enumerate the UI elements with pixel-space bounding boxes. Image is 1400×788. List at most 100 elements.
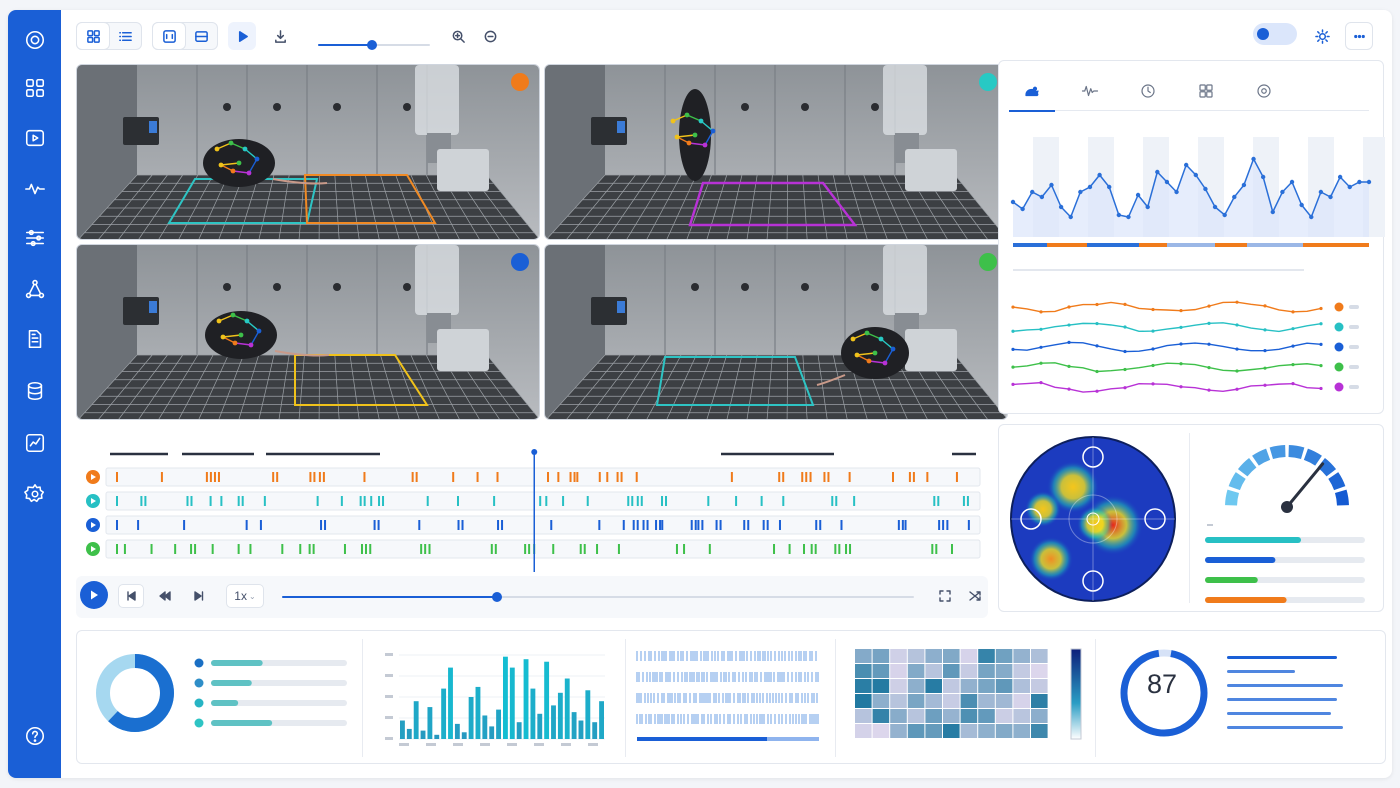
heatmap-cell[interactable] (1013, 724, 1030, 738)
tab-target[interactable] (1241, 71, 1287, 111)
heatmap-cell[interactable] (943, 649, 960, 663)
heatmap-cell[interactable] (995, 709, 1013, 723)
download-button[interactable] (266, 22, 294, 50)
heatmap-cell[interactable] (1013, 649, 1030, 663)
heatmap-cell[interactable] (890, 724, 907, 738)
heatmap-cell[interactable] (960, 664, 978, 678)
heatmap-cell[interactable] (995, 679, 1013, 693)
heatmap-cell[interactable] (995, 724, 1013, 738)
grid-icon[interactable] (21, 74, 49, 102)
fullscreen-button[interactable] (932, 584, 958, 608)
rewind-button[interactable] (152, 584, 178, 608)
heatmap-cell[interactable] (872, 649, 890, 663)
heatmap-cell[interactable] (960, 709, 978, 723)
heatmap-cell[interactable] (855, 724, 872, 738)
heatmap-cell[interactable] (1013, 709, 1030, 723)
heatmap-cell[interactable] (890, 679, 907, 693)
zoom-slider-knob[interactable] (366, 40, 377, 50)
heatmap-cell[interactable] (978, 694, 995, 708)
heatmap-cell[interactable] (995, 649, 1013, 663)
heatmap-cell[interactable] (978, 709, 995, 723)
heatmap-cell[interactable] (1031, 694, 1048, 708)
series-legend-swatch[interactable] (1334, 382, 1344, 392)
mode-toggle[interactable] (1253, 23, 1297, 45)
trend-chart-icon[interactable] (21, 429, 49, 457)
database-icon[interactable] (21, 377, 49, 405)
heatmap-cell[interactable] (1031, 679, 1048, 693)
skip-forward-button[interactable] (186, 584, 212, 608)
heatmap-cell[interactable] (960, 724, 978, 738)
series-legend-swatch[interactable] (1334, 322, 1344, 332)
shuffle-button[interactable] (962, 584, 988, 608)
heatmap-cell[interactable] (890, 664, 907, 678)
heatmap-cell[interactable] (1013, 694, 1030, 708)
heatmap-cell[interactable] (1031, 649, 1048, 663)
video-feed-2[interactable] (544, 64, 1008, 240)
heatmap-cell[interactable] (925, 724, 942, 738)
heatmap-cell[interactable] (925, 664, 942, 678)
heatmap-cell[interactable] (925, 694, 942, 708)
video-feed-1[interactable] (76, 64, 540, 240)
heatmap-cell[interactable] (960, 679, 978, 693)
heatmap-cell[interactable] (907, 709, 925, 723)
playback-play-button[interactable] (80, 581, 108, 609)
heatmap-cell[interactable] (943, 724, 960, 738)
heatmap-cell[interactable] (890, 709, 907, 723)
series-legend-swatch[interactable] (1334, 342, 1344, 352)
ethogram-track[interactable] (105, 491, 981, 511)
heatmap-cell[interactable] (907, 649, 925, 663)
heatmap-cell[interactable] (855, 649, 872, 663)
pulse-icon[interactable] (21, 175, 49, 203)
heatmap-cell[interactable] (978, 679, 995, 693)
heatmap-cell[interactable] (925, 649, 942, 663)
playback-progress-knob[interactable] (491, 592, 502, 602)
heatmap-cell[interactable] (890, 649, 907, 663)
heatmap-cell[interactable] (943, 709, 960, 723)
list-view-button[interactable] (109, 23, 141, 49)
zoom-in-button[interactable] (444, 22, 472, 50)
heatmap-cell[interactable] (907, 664, 925, 678)
heatmap-cell[interactable] (995, 664, 1013, 678)
heatmap-cell[interactable] (855, 679, 872, 693)
settings-icon[interactable] (21, 480, 49, 508)
frame-layout-button[interactable] (153, 23, 185, 49)
sliders-icon[interactable] (21, 224, 49, 252)
split-layout-button[interactable] (185, 23, 217, 49)
heatmap-cell[interactable] (978, 724, 995, 738)
heatmap-cell[interactable] (1031, 709, 1048, 723)
heatmap-cell[interactable] (872, 709, 890, 723)
tab-rodent[interactable] (1009, 71, 1055, 112)
heatmap-cell[interactable] (943, 694, 960, 708)
video-icon[interactable] (21, 124, 49, 152)
tab-waveform[interactable] (1067, 71, 1113, 111)
heatmap-cell[interactable] (907, 694, 925, 708)
tab-history[interactable] (1125, 71, 1171, 111)
heatmap-cell[interactable] (978, 649, 995, 663)
heatmap-cell[interactable] (872, 679, 890, 693)
heatmap-cell[interactable] (995, 694, 1013, 708)
occupancy-heatmap[interactable] (1003, 429, 1183, 609)
heatmap-cell[interactable] (1031, 724, 1048, 738)
speed-select[interactable]: 1x ⌄ (226, 584, 264, 608)
heatmap-cell[interactable] (1013, 664, 1030, 678)
tab-grid[interactable] (1183, 71, 1229, 111)
activity-line-chart[interactable] (999, 127, 1385, 277)
heatmap-cell[interactable] (925, 709, 942, 723)
heatmap-cell[interactable] (925, 679, 942, 693)
heatmap-cell[interactable] (872, 664, 890, 678)
heatmap-cell[interactable] (960, 649, 978, 663)
grid-view-button[interactable] (77, 23, 109, 49)
heatmap-cell[interactable] (872, 694, 890, 708)
heatmap-cell[interactable] (978, 664, 995, 678)
heatmap-cell[interactable] (960, 694, 978, 708)
heatmap-cell[interactable] (1031, 664, 1048, 678)
document-icon[interactable] (21, 325, 49, 353)
play-button[interactable] (228, 22, 256, 50)
heatmap-cell[interactable] (855, 694, 872, 708)
playback-progress[interactable] (282, 592, 914, 602)
trajectory-series-chart[interactable] (999, 293, 1385, 403)
help-icon[interactable] (21, 722, 49, 750)
series-legend-swatch[interactable] (1334, 362, 1344, 372)
skip-back-button[interactable] (118, 584, 144, 608)
heatmap-cell[interactable] (907, 679, 925, 693)
